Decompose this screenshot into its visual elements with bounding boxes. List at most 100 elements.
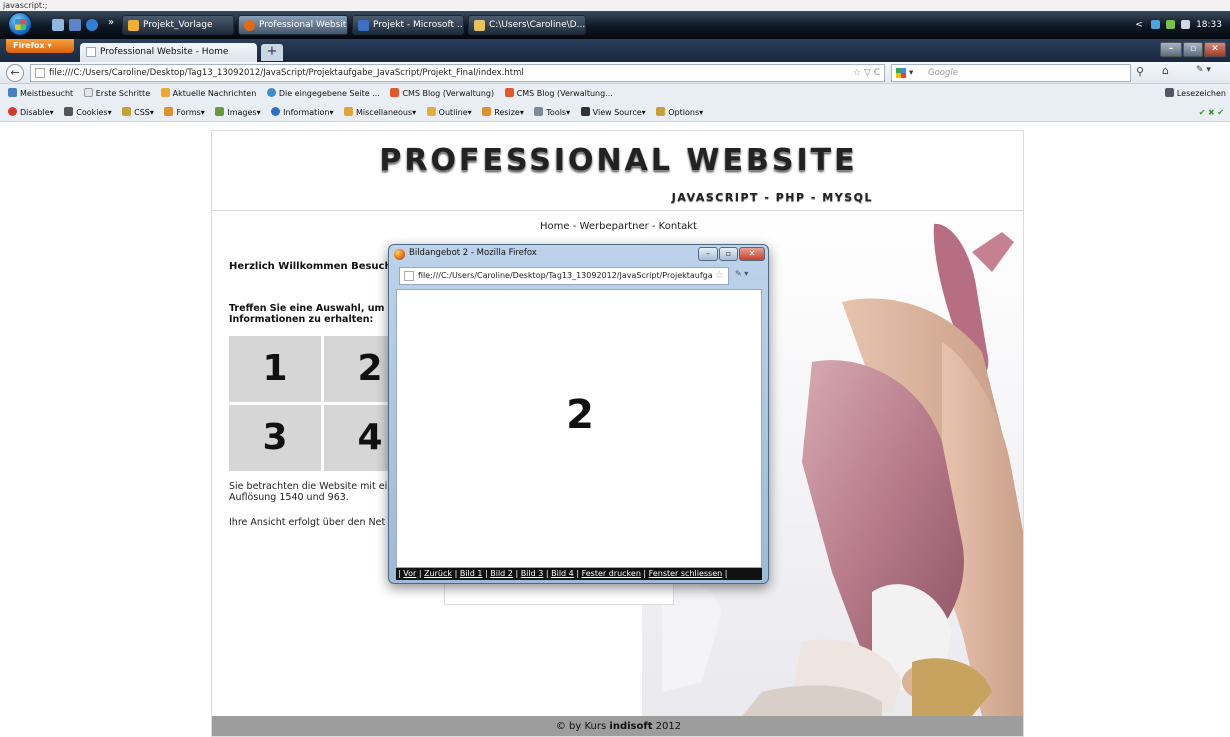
dev-menu-label: Forms▾	[176, 108, 205, 117]
image-tile-1[interactable]: 1	[229, 336, 321, 402]
bookmark-star-icon[interactable]: ☆	[715, 268, 724, 284]
firefox-icon	[244, 20, 255, 31]
dev-menu-cookies[interactable]: Cookies▾	[64, 103, 112, 122]
site-header: PROFESSIONAL WEBSITE JAVASCRIPT - PHP - …	[212, 131, 1023, 211]
bookmark-label: Die eingegebene Seite ...	[278, 89, 380, 98]
bookmark-aktuelle-nachrichten[interactable]: Aktuelle Nachrichten	[160, 84, 256, 103]
chevron-down-icon[interactable]: ▾	[909, 65, 913, 81]
blog-icon	[504, 88, 514, 97]
link-bild-4[interactable]: Bild 4	[551, 569, 574, 578]
maximize-icon[interactable]: ▫	[719, 247, 738, 261]
dev-menu-forms[interactable]: Forms▾	[164, 103, 205, 122]
bookmarks-toolbar: Meistbesucht Erste Schritte Aktuelle Nac…	[0, 84, 1230, 103]
back-button[interactable]: ←	[6, 64, 24, 82]
blog-icon	[390, 88, 400, 97]
taskbar-item-label: Projekt - Microsoft ...	[373, 20, 464, 30]
welcome-heading: Herzlich Willkommen Besucher	[229, 261, 404, 272]
link-fenster-drucken[interactable]: Fester drucken	[582, 569, 641, 578]
dev-menu-information[interactable]: Information▾	[271, 103, 333, 122]
link-bild-2[interactable]: Bild 2	[490, 569, 513, 578]
tools-icon[interactable]: ✎ ▾	[1196, 65, 1211, 75]
selection-prompt: Treffen Sie eine Auswahl, um w Informati…	[229, 303, 397, 325]
close-icon[interactable]: ✕	[739, 247, 765, 261]
link-bild-1[interactable]: Bild 1	[460, 569, 483, 578]
start-button[interactable]	[8, 12, 32, 36]
bookmark-cms-blog-2[interactable]: CMS Blog (Verwaltung...	[504, 84, 613, 103]
bookmark-eingegebene-seite[interactable]: Die eingegebene Seite ...	[266, 84, 380, 103]
rss-icon	[160, 88, 170, 97]
bookmark-cms-blog-1[interactable]: CMS Blog (Verwaltung)	[390, 84, 494, 103]
site-navigation[interactable]: Home - Werbepartner - Kontakt	[212, 221, 1023, 232]
site-title: PROFESSIONAL WEBSITE	[379, 143, 858, 178]
show-desktop-icon[interactable]	[52, 19, 64, 31]
image-number: 2	[566, 392, 594, 438]
taskbar-item-firefox[interactable]: Professional Websit...	[238, 15, 348, 35]
tools-icon	[534, 107, 544, 116]
bookmark-reload-icons[interactable]: ☆ ▽ C	[853, 65, 880, 81]
tools-icon[interactable]: ✎ ▾	[735, 269, 748, 278]
image-tile-3[interactable]: 3	[229, 405, 321, 471]
taskbar-item-explorer[interactable]: C:\Users\Caroline\D...	[468, 15, 586, 35]
updates-icon[interactable]	[1166, 20, 1176, 29]
minimize-icon[interactable]: –	[1160, 42, 1182, 57]
screen: javascript:; » Projekt_Vorlage Professio…	[0, 0, 1230, 737]
information-icon	[271, 107, 281, 116]
new-tab-button[interactable]: +	[261, 44, 283, 61]
close-icon[interactable]: ✕	[1204, 42, 1226, 57]
validation-status-icons[interactable]: ✔ ✖ ✔	[1199, 103, 1224, 122]
volume-icon[interactable]	[1181, 20, 1191, 29]
dev-menu-disable[interactable]: Disable▾	[8, 103, 54, 122]
link-vor[interactable]: Vor	[403, 569, 416, 578]
home-icon[interactable]: ⌂	[1162, 64, 1169, 77]
maximize-icon[interactable]: ▫	[1183, 42, 1203, 57]
search-icon[interactable]: ⚲	[1136, 65, 1144, 78]
footer-year: 2012	[652, 721, 682, 732]
link-bild-3[interactable]: Bild 3	[521, 569, 544, 578]
web-developer-toolbar: Disable▾ Cookies▾ CSS▾ Forms▾ Images▾ In…	[0, 103, 1230, 122]
bookmark-icon	[8, 88, 17, 97]
bookmarks-menu[interactable]: Lesezeichen	[1164, 84, 1226, 103]
switch-windows-icon[interactable]	[69, 19, 81, 31]
taskbar-item-label: C:\Users\Caroline\D...	[489, 20, 586, 30]
bookmark-label: CMS Blog (Verwaltung...	[516, 89, 613, 98]
tab-professional-website[interactable]: Professional Website - Home	[80, 43, 257, 62]
css-icon	[122, 107, 132, 116]
popup-content: 2	[396, 289, 762, 568]
minimize-icon[interactable]: –	[698, 247, 718, 261]
search-input[interactable]: ▾ Google	[891, 64, 1131, 82]
outline-icon	[426, 107, 436, 116]
dev-menu-outline[interactable]: Outline▾	[426, 103, 472, 122]
taskbar-item-word[interactable]: Projekt - Microsoft ...	[352, 15, 464, 35]
resize-icon	[482, 107, 492, 116]
dev-menu-view-source[interactable]: View Source▾	[580, 103, 646, 122]
page-icon	[35, 68, 45, 78]
tray-expand-icon[interactable]: <	[1135, 20, 1143, 30]
bookmark-meistbesucht[interactable]: Meistbesucht	[8, 84, 73, 103]
bookmark-label: CMS Blog (Verwaltung)	[402, 89, 495, 98]
folder-icon	[474, 20, 485, 31]
popup-address-bar[interactable]: file:///C:/Users/Caroline/Desktop/Tag13_…	[399, 267, 729, 285]
bookmark-erste-schritte[interactable]: Erste Schritte	[83, 84, 151, 103]
search-placeholder: Google	[928, 68, 958, 78]
network-icon[interactable]	[1151, 20, 1161, 29]
clock[interactable]: 18:33	[1196, 20, 1222, 30]
dev-menu-css[interactable]: CSS▾	[122, 103, 154, 122]
firefox-menu-button[interactable]: Firefox ▾	[6, 39, 74, 53]
dev-menu-resize[interactable]: Resize▾	[482, 103, 524, 122]
overflow-chevron-icon[interactable]: »	[108, 17, 114, 28]
taskbar-item-projekt-vorlage[interactable]: Projekt_Vorlage	[122, 15, 234, 35]
tab-strip: Firefox ▾ Professional Website - Home + …	[0, 39, 1230, 62]
dev-menu-tools[interactable]: Tools▾	[534, 103, 570, 122]
address-bar[interactable]: file:///C:/Users/Caroline/Desktop/Tag13_…	[30, 64, 885, 82]
miscellaneous-icon	[344, 107, 354, 116]
dev-menu-miscellaneous[interactable]: Miscellaneous▾	[344, 103, 416, 122]
google-icon[interactable]	[896, 68, 906, 78]
link-fenster-schliessen[interactable]: Fenster schliessen	[649, 569, 723, 578]
footer-brand: indisoft	[609, 721, 653, 732]
internet-explorer-icon[interactable]	[86, 19, 98, 31]
link-zurueck[interactable]: Zurück	[424, 569, 452, 578]
dev-menu-options[interactable]: Options▾	[656, 103, 703, 122]
bookmark-label: Erste Schritte	[95, 89, 151, 98]
dev-menu-images[interactable]: Images▾	[215, 103, 261, 122]
bookmark-label: Meistbesucht	[20, 89, 74, 98]
